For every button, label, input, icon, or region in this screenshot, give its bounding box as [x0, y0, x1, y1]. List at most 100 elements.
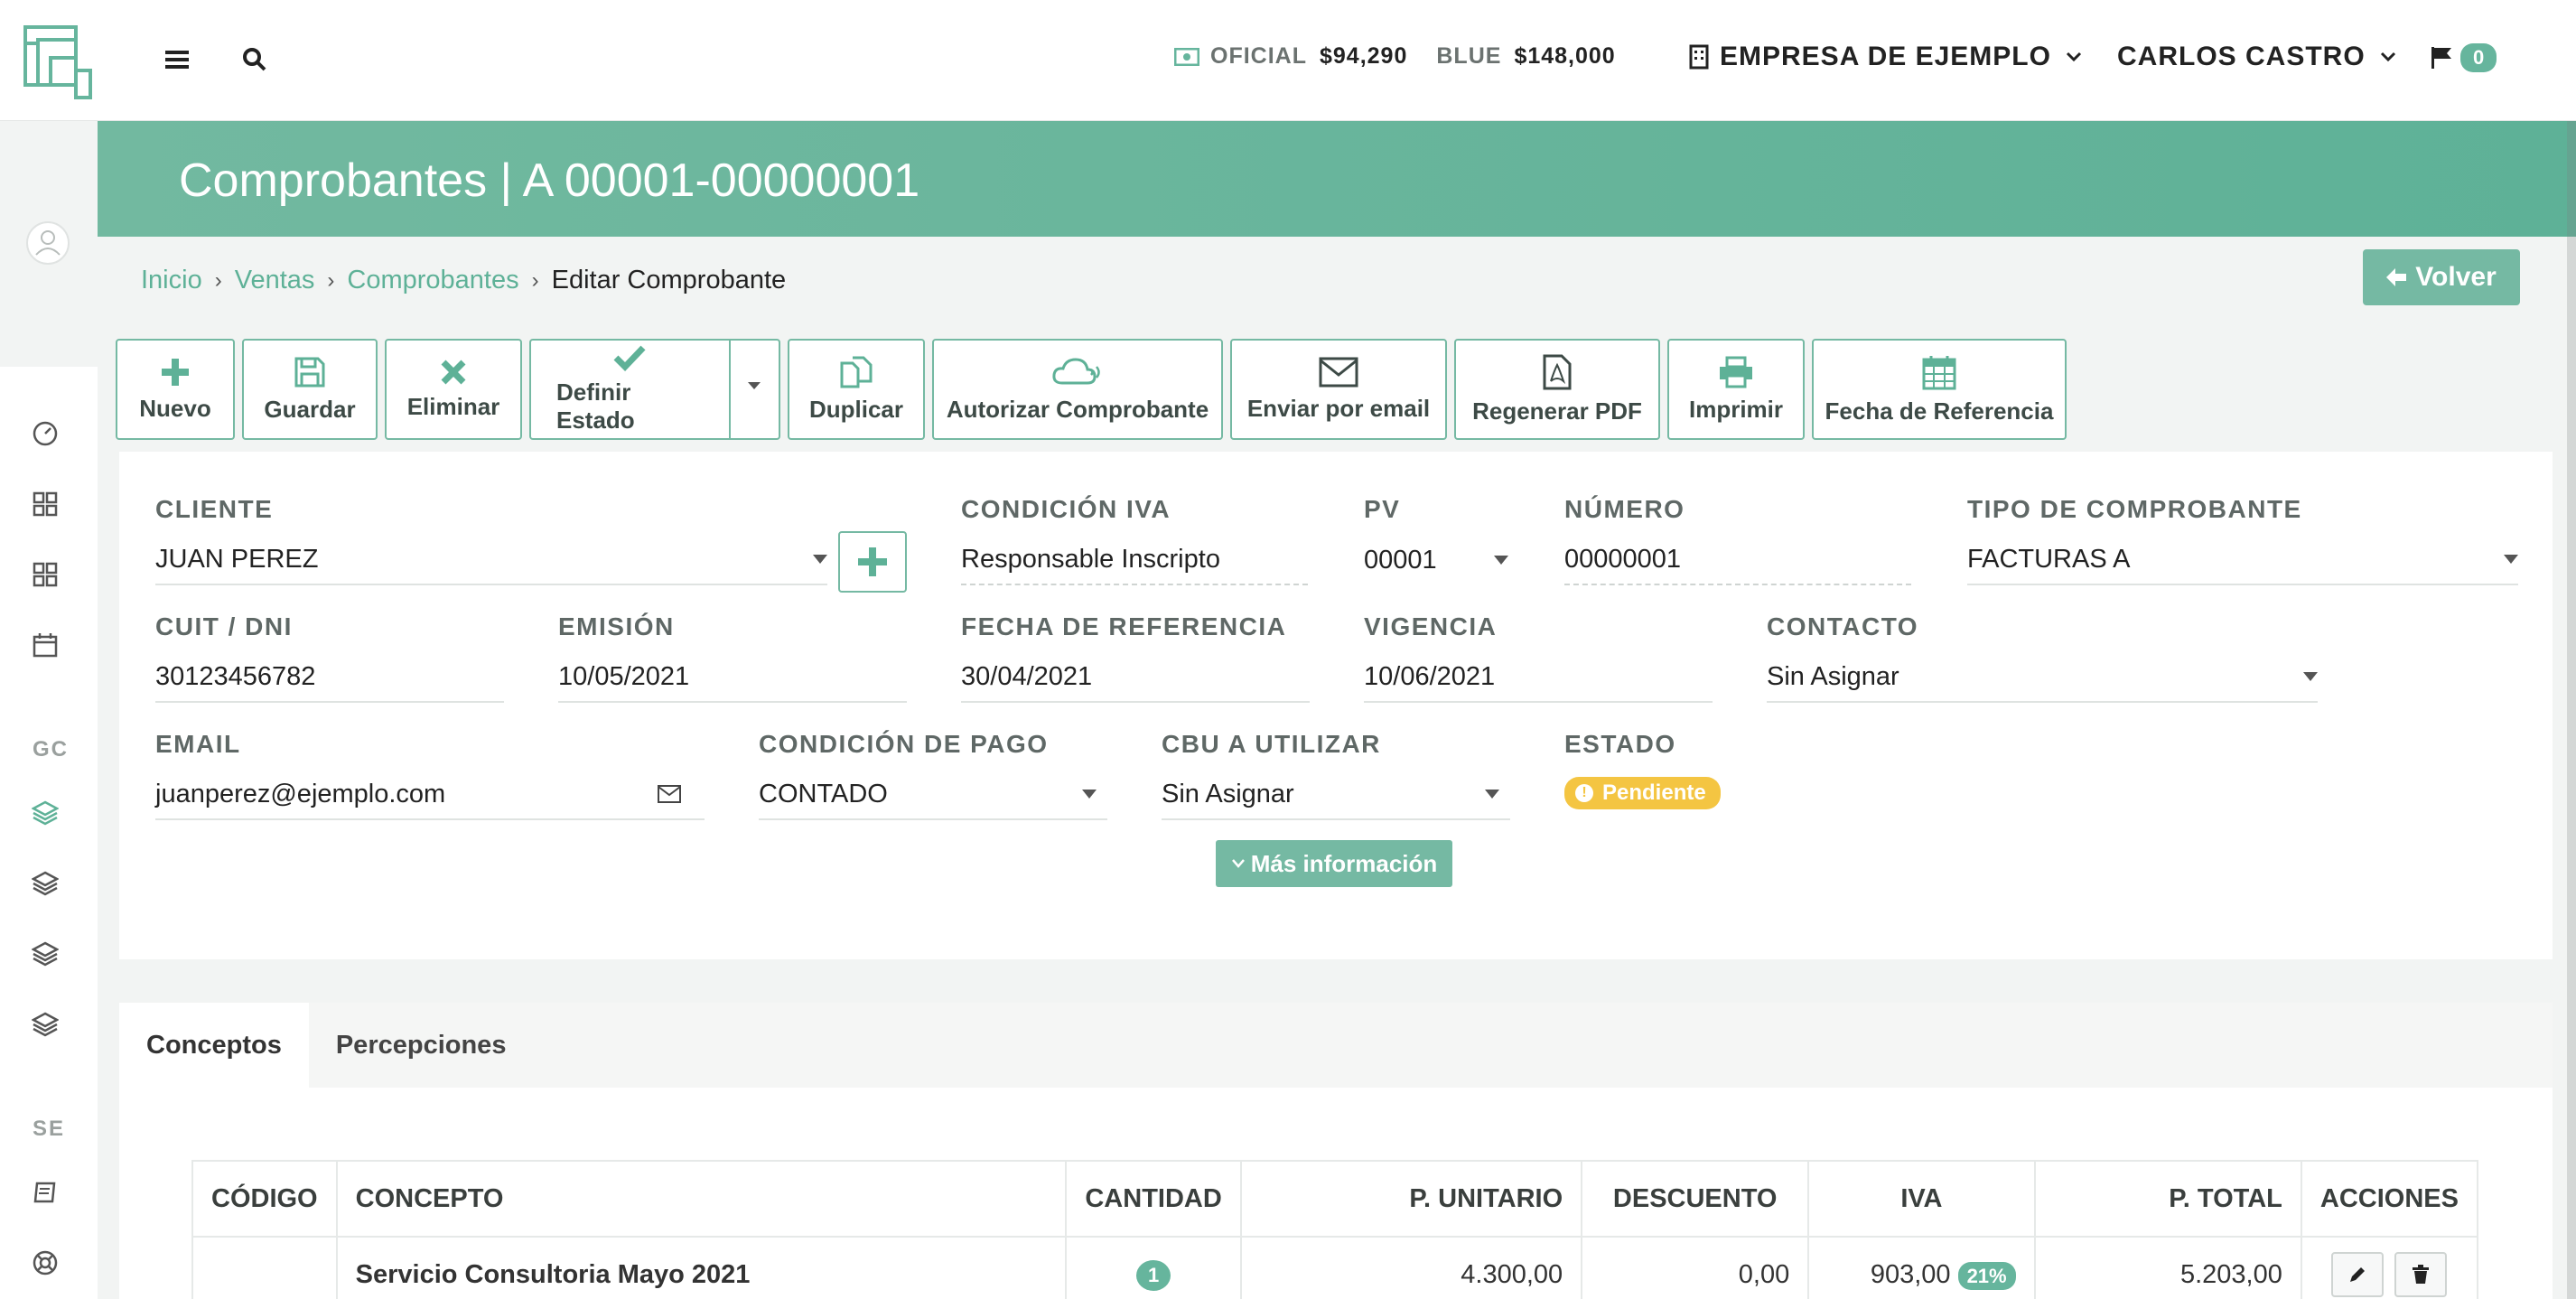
- regenerate-pdf-button[interactable]: Regenerar PDF: [1454, 339, 1660, 440]
- more-info-button[interactable]: Más información: [1216, 840, 1452, 887]
- tab-conceptos[interactable]: Conceptos: [119, 1003, 309, 1088]
- rate-label-oficial: OFICIAL: [1210, 43, 1307, 69]
- cuit-label: CUIT / DNI: [155, 612, 293, 640]
- back-button-label: Volver: [2415, 262, 2497, 292]
- authorize-button[interactable]: Autorizar Comprobante: [932, 339, 1223, 440]
- cell-code: [191, 1236, 338, 1299]
- table-header-row: CÓDIGO CONCEPTO CANTIDAD P. UNITARIO DES…: [191, 1160, 2479, 1238]
- edit-row-button[interactable]: [2331, 1252, 2385, 1297]
- number-input[interactable]: 00000001: [1564, 535, 1911, 585]
- save-button[interactable]: Guardar: [242, 339, 378, 440]
- invoice-type-field: TIPO DE COMPROBANTE FACTURAS A: [1967, 495, 2518, 585]
- building-icon: [1689, 44, 1709, 70]
- define-state-label: Definir Estado: [556, 378, 635, 434]
- trash-icon: [2413, 1265, 2430, 1284]
- emission-value: 10/05/2021: [558, 661, 690, 691]
- user-menu[interactable]: CARLOS CASTRO: [2117, 42, 2396, 72]
- back-button[interactable]: Volver: [2363, 249, 2520, 305]
- delete-button[interactable]: Eliminar: [385, 339, 522, 440]
- validity-input[interactable]: 10/06/2021: [1364, 652, 1713, 703]
- contact-label: CONTACTO: [1767, 612, 1919, 640]
- layers-icon[interactable]: [29, 938, 61, 970]
- envelope-icon: [1319, 357, 1358, 387]
- page-title: Comprobantes | A 00001-00000001: [179, 154, 920, 207]
- invoice-type-select[interactable]: FACTURAS A: [1967, 535, 2518, 585]
- print-button[interactable]: Imprimir: [1667, 339, 1805, 440]
- table-row[interactable]: Servicio Consultoria Mayo 2021 1 4.300,0…: [191, 1236, 2479, 1299]
- state-label: ESTADO: [1564, 730, 1676, 758]
- breadcrumb-ventas[interactable]: Ventas: [235, 266, 315, 295]
- caret-down-icon: [813, 555, 827, 564]
- payment-condition-select[interactable]: CONTADO: [759, 770, 1107, 820]
- delete-row-button[interactable]: [2394, 1252, 2448, 1297]
- iva-condition-input[interactable]: Responsable Inscripto: [961, 535, 1308, 585]
- cell-quantity: 1: [1065, 1236, 1242, 1299]
- breadcrumb: Inicio › Ventas › Comprobantes › Editar …: [141, 266, 786, 295]
- status-badge: ! Pendiente: [1564, 777, 1721, 809]
- define-state-main[interactable]: Definir Estado: [531, 341, 731, 438]
- menu-icon[interactable]: [157, 40, 197, 79]
- notifications[interactable]: 0: [2430, 43, 2497, 72]
- dashboard-icon[interactable]: [29, 417, 61, 450]
- define-state-button[interactable]: Definir Estado: [529, 339, 780, 440]
- emission-input[interactable]: 10/05/2021: [558, 652, 907, 703]
- caret-down-icon: [2303, 672, 2318, 681]
- flag-icon: [2431, 47, 2451, 69]
- caret-down-icon: [2504, 555, 2518, 564]
- define-state-dropdown[interactable]: [731, 382, 779, 397]
- emission-label: EMISIÓN: [558, 612, 675, 640]
- delete-button-label: Eliminar: [406, 392, 500, 420]
- app-logo[interactable]: [23, 25, 92, 99]
- chevron-down-icon: [1231, 859, 1245, 868]
- breadcrumb-current: Editar Comprobante: [551, 266, 787, 294]
- email-input[interactable]: juanperez@ejemplo.com: [155, 770, 705, 820]
- iva-condition-value: Responsable Inscripto: [961, 544, 1220, 574]
- send-email-button-label: Enviar por email: [1246, 394, 1431, 422]
- email-value: juanperez@ejemplo.com: [155, 779, 446, 808]
- cuit-input[interactable]: 30123456782: [155, 652, 504, 703]
- validity-value: 10/06/2021: [1364, 661, 1496, 691]
- new-button[interactable]: Nuevo: [116, 339, 235, 440]
- add-client-button[interactable]: [838, 531, 907, 593]
- grid-icon[interactable]: [29, 558, 61, 591]
- pv-label: PV: [1364, 495, 1401, 523]
- breadcrumb-comprobantes[interactable]: Comprobantes: [347, 266, 518, 295]
- validity-field: VIGENCIA 10/06/2021: [1364, 612, 1713, 703]
- cbu-select[interactable]: Sin Asignar: [1162, 770, 1510, 820]
- duplicate-button[interactable]: Duplicar: [788, 339, 925, 440]
- check-icon: [613, 345, 646, 371]
- grid-icon[interactable]: [29, 488, 61, 520]
- contact-select[interactable]: Sin Asignar: [1767, 652, 2318, 703]
- user-avatar-icon[interactable]: [23, 219, 72, 267]
- number-value: 00000001: [1564, 544, 1682, 574]
- pv-select[interactable]: 00001: [1364, 535, 1508, 585]
- chevron-down-icon: [2380, 51, 2395, 62]
- layers-icon[interactable]: [29, 867, 61, 900]
- column-header-total: P. TOTAL: [2033, 1160, 2302, 1238]
- top-bar: OFICIAL $94,290 BLUE $148,000 EMPRESA DE…: [0, 0, 2576, 121]
- calendar-icon[interactable]: [29, 629, 61, 661]
- layers-icon[interactable]: [29, 1008, 61, 1041]
- more-info-label: Más información: [1250, 849, 1438, 877]
- print-button-label: Imprimir: [1688, 395, 1784, 423]
- reference-date-input[interactable]: 30/04/2021: [961, 652, 1310, 703]
- client-select[interactable]: JUAN PEREZ: [155, 535, 827, 585]
- search-icon[interactable]: [235, 40, 275, 79]
- breadcrumb-inicio[interactable]: Inicio: [141, 266, 202, 295]
- layers-icon[interactable]: [29, 797, 61, 829]
- book-icon[interactable]: [29, 1176, 61, 1209]
- cbu-label: CBU A UTILIZAR: [1162, 730, 1381, 758]
- arrow-left-icon: [2386, 268, 2407, 286]
- page-header: Comprobantes | A 00001-00000001: [98, 121, 2576, 237]
- support-icon[interactable]: [29, 1247, 61, 1279]
- tab-percepciones[interactable]: Percepciones: [309, 1003, 534, 1088]
- caret-down-icon: [1082, 790, 1097, 799]
- new-button-label: Nuevo: [139, 394, 211, 422]
- send-email-button[interactable]: Enviar por email: [1230, 339, 1447, 440]
- reference-date-button[interactable]: Fecha de Referencia: [1812, 339, 2067, 440]
- cell-iva: 903,00 21%: [1807, 1236, 2036, 1299]
- column-header-concept: CONCEPTO: [335, 1160, 1068, 1238]
- rate-value-blue: $148,000: [1514, 43, 1616, 69]
- status-badge-text: Pendiente: [1602, 780, 1706, 805]
- company-selector[interactable]: EMPRESA DE EJEMPLO: [1689, 42, 2082, 72]
